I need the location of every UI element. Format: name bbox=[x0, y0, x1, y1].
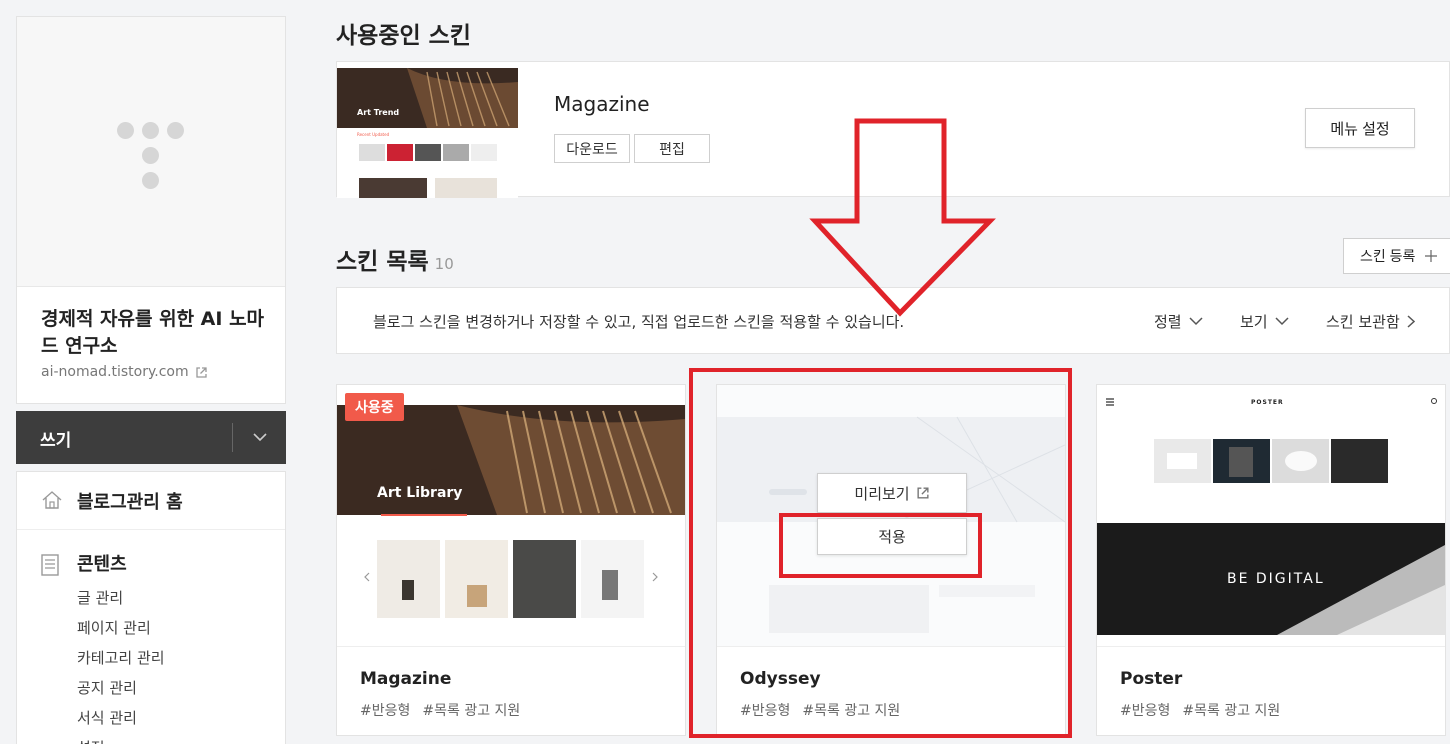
document-icon bbox=[41, 554, 59, 576]
thumb-title: BE DIGITAL bbox=[1227, 571, 1325, 587]
skin-tag[interactable]: #목록 광고 지원 bbox=[1182, 703, 1280, 719]
chevron-right-icon bbox=[1407, 315, 1415, 328]
logo-dot bbox=[117, 122, 134, 139]
skin-card-magazine[interactable]: 사용중 Art Library Magazine #반응형 #목록 광고 지원 bbox=[336, 384, 686, 736]
home-icon bbox=[42, 491, 62, 509]
blog-profile-card: 경제적 자유를 위한 AI 노마드 연구소 ai-nomad.tistory.c… bbox=[16, 16, 286, 404]
skin-tag[interactable]: #반응형 bbox=[360, 703, 410, 719]
poster-preview-art bbox=[1097, 385, 1445, 646]
chevron-down-icon bbox=[253, 432, 267, 441]
skin-thumbnail-odyssey[interactable]: 미리보기 적용 bbox=[717, 385, 1065, 647]
menu-item-pages[interactable]: 페이지 관리 bbox=[77, 617, 151, 638]
arrow-down-icon bbox=[809, 118, 996, 317]
skin-name: Odyssey bbox=[740, 669, 821, 689]
skin-tag[interactable]: #목록 광고 지원 bbox=[422, 703, 520, 719]
admin-menu: 블로그관리 홈 콘텐츠 글 관리 페이지 관리 카테고리 관리 공지 관리 서식… bbox=[16, 471, 286, 744]
logo-dot bbox=[142, 147, 159, 164]
logo-dot bbox=[142, 172, 159, 189]
magazine-preview-art bbox=[337, 385, 685, 646]
skin-card-poster[interactable]: POSTER BE DIGITAL Poster #반응형 #목록 광고 지원 bbox=[1096, 384, 1446, 736]
skin-card-odyssey[interactable]: 미리보기 적용 Odyssey #반응형 #목록 광고 지원 bbox=[716, 384, 1066, 736]
thumb-title: Art Library bbox=[377, 485, 463, 501]
sort-label: 정렬 bbox=[1154, 313, 1182, 331]
thumb-brand: POSTER bbox=[1251, 399, 1284, 406]
write-button[interactable]: 쓰기 bbox=[40, 426, 71, 451]
current-skin-name: Magazine bbox=[554, 92, 650, 116]
menu-item-settings[interactable]: 설정 bbox=[77, 737, 105, 744]
skin-list-title-text: 스킨 목록 bbox=[336, 249, 429, 275]
menu-blog-home[interactable]: 블로그관리 홈 bbox=[17, 472, 285, 530]
skin-storage-label: 스킨 보관함 bbox=[1326, 313, 1400, 331]
chevron-down-icon bbox=[1189, 317, 1203, 326]
divider bbox=[232, 423, 233, 452]
menu-item-templates[interactable]: 서식 관리 bbox=[77, 707, 137, 728]
menu-home-label: 블로그관리 홈 bbox=[77, 492, 183, 513]
plus-icon bbox=[1425, 250, 1438, 262]
apply-button[interactable]: 적용 bbox=[817, 518, 967, 555]
download-button[interactable]: 다운로드 bbox=[554, 134, 630, 163]
sort-dropdown[interactable]: 정렬 bbox=[1154, 311, 1203, 332]
view-dropdown[interactable]: 보기 bbox=[1240, 311, 1289, 332]
skin-list-title: 스킨 목록 10 bbox=[336, 242, 454, 276]
skin-tags: #반응형 #목록 광고 지원 bbox=[1120, 700, 1292, 720]
edit-button[interactable]: 편집 bbox=[634, 134, 710, 163]
skin-count: 10 bbox=[434, 255, 454, 273]
current-skin-thumbnail: Art Trend Recent Updated bbox=[337, 68, 518, 198]
logo-dot bbox=[167, 122, 184, 139]
write-dropdown-button[interactable] bbox=[250, 427, 270, 447]
blog-url-text: ai-nomad.tistory.com bbox=[41, 364, 189, 380]
current-skin-title: 사용중인 스킨 bbox=[336, 23, 471, 49]
external-link-icon bbox=[917, 487, 929, 499]
odyssey-preview-art bbox=[717, 385, 1065, 646]
register-skin-button[interactable]: 스킨 등록 bbox=[1343, 238, 1450, 274]
thumb-subtitle: Recent Updated bbox=[357, 132, 390, 137]
logo-dot bbox=[142, 122, 159, 139]
skin-name: Magazine bbox=[360, 669, 452, 689]
skin-tag[interactable]: #반응형 bbox=[740, 703, 790, 719]
write-bar: 쓰기 bbox=[16, 411, 286, 464]
chevron-down-icon bbox=[1275, 317, 1289, 326]
view-label: 보기 bbox=[1240, 313, 1268, 331]
menu-setting-button[interactable]: 메뉴 설정 bbox=[1305, 108, 1415, 148]
preview-label: 미리보기 bbox=[854, 485, 910, 503]
blog-avatar[interactable] bbox=[17, 17, 285, 287]
skin-thumbnail-poster[interactable]: POSTER BE DIGITAL bbox=[1097, 385, 1445, 647]
menu-contents-label[interactable]: 콘텐츠 bbox=[77, 550, 127, 576]
skin-tag[interactable]: #목록 광고 지원 bbox=[802, 703, 900, 719]
preview-button[interactable]: 미리보기 bbox=[817, 473, 967, 513]
register-skin-label: 스킨 등록 bbox=[1360, 248, 1416, 264]
blog-url-link[interactable]: ai-nomad.tistory.com bbox=[41, 364, 208, 380]
in-use-badge: 사용중 bbox=[345, 393, 404, 421]
external-link-icon bbox=[195, 366, 207, 378]
menu-item-categories[interactable]: 카테고리 관리 bbox=[77, 647, 165, 668]
skin-name: Poster bbox=[1120, 669, 1183, 689]
menu-item-notices[interactable]: 공지 관리 bbox=[77, 677, 137, 698]
skin-thumbnail-magazine[interactable]: 사용중 Art Library bbox=[337, 385, 685, 647]
menu-item-posts[interactable]: 글 관리 bbox=[77, 587, 123, 608]
skin-tags: #반응형 #목록 광고 지원 bbox=[360, 700, 532, 720]
skin-storage-link[interactable]: 스킨 보관함 bbox=[1326, 311, 1415, 332]
skin-tag[interactable]: #반응형 bbox=[1120, 703, 1170, 719]
thumb-title: Art Trend bbox=[357, 108, 400, 117]
skin-tags: #반응형 #목록 광고 지원 bbox=[740, 700, 912, 720]
blog-title[interactable]: 경제적 자유를 위한 AI 노마드 연구소 bbox=[41, 306, 273, 360]
